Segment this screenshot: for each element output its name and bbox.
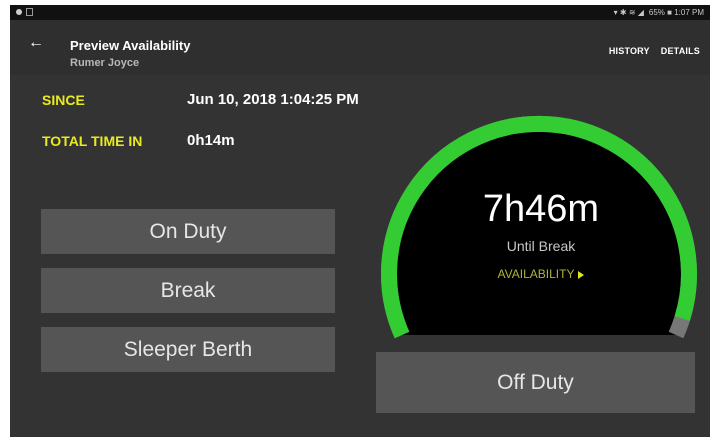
header-actions: HISTORY DETAILS: [609, 46, 700, 56]
total-time-label: TOTAL TIME IN: [42, 133, 143, 149]
status-left-icons: [16, 8, 33, 16]
signal-icon: ▾ ✱ ≋ ◢: [613, 8, 644, 17]
notification-square-icon: [26, 8, 33, 16]
history-button[interactable]: HISTORY: [609, 46, 650, 56]
status-bar: ▾ ✱ ≋ ◢ 65% ■ 1:07 PM: [10, 5, 710, 20]
availability-link-label: AVAILABILITY: [497, 267, 575, 281]
on-duty-button[interactable]: On Duty: [41, 209, 335, 254]
since-label: SINCE: [42, 92, 85, 108]
status-right: ▾ ✱ ≋ ◢ 65% ■ 1:07 PM: [614, 8, 704, 17]
time-until-break: 7h46m: [482, 188, 600, 230]
play-arrow-icon: [578, 270, 585, 279]
off-duty-button[interactable]: Off Duty: [376, 352, 695, 413]
page-title: Preview Availability: [70, 38, 191, 53]
notification-dot-icon: [16, 9, 22, 15]
details-button[interactable]: DETAILS: [661, 46, 700, 56]
app-screen: ▾ ✱ ≋ ◢ 65% ■ 1:07 PM ← Preview Availabi…: [10, 5, 710, 437]
app-bar: ← Preview Availability Rumer Joyce HISTO…: [10, 20, 710, 75]
until-break-label: Until Break: [506, 238, 576, 254]
driver-name: Rumer Joyce: [70, 57, 140, 69]
since-value: Jun 10, 2018 1:04:25 PM: [187, 91, 359, 108]
availability-link[interactable]: AVAILABILITY: [376, 267, 706, 281]
status-text: 65% ■ 1:07 PM: [648, 8, 704, 17]
sleeper-berth-button[interactable]: Sleeper Berth: [41, 327, 335, 372]
arrow-left-icon[interactable]: ←: [28, 34, 44, 52]
total-time-value: 0h14m: [187, 132, 235, 149]
break-button[interactable]: Break: [41, 268, 335, 313]
